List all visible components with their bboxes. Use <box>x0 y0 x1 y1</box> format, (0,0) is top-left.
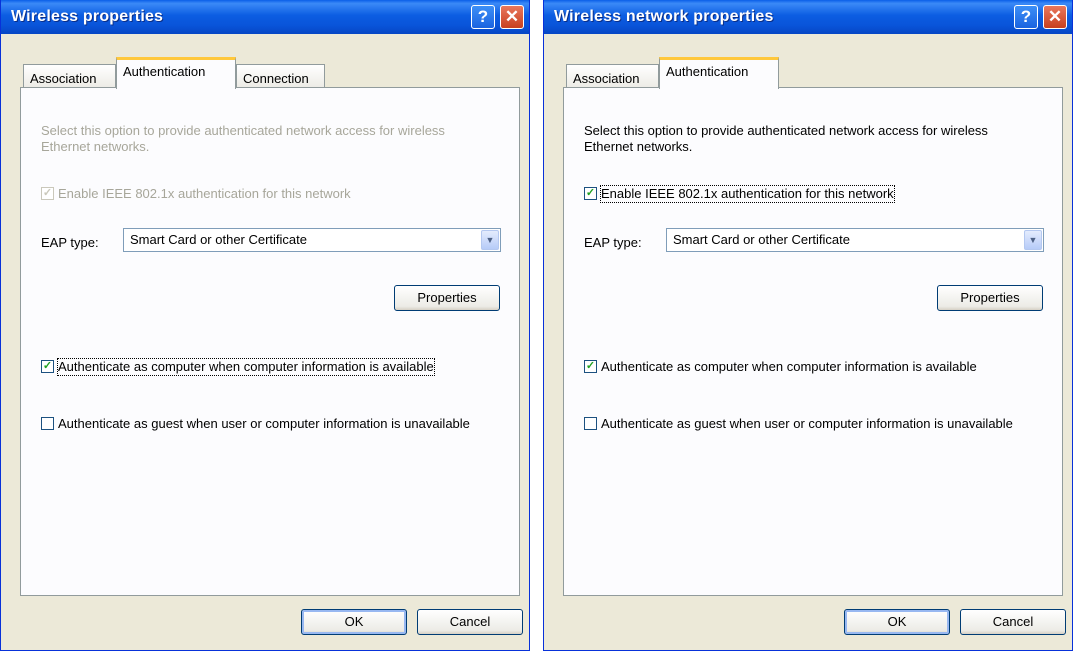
help-button[interactable]: ? <box>1014 5 1038 29</box>
checkmark-icon: ✓ <box>585 360 596 372</box>
close-button[interactable]: ✕ <box>500 5 524 29</box>
enable-8021x-row[interactable]: ✓ Enable IEEE 802.1x authentication for … <box>584 185 895 203</box>
properties-button[interactable]: Properties <box>394 285 500 311</box>
help-button[interactable]: ? <box>471 5 495 29</box>
enable-8021x-checkbox[interactable]: ✓ <box>41 187 54 200</box>
enable-8021x-label: Enable IEEE 802.1x authentication for th… <box>58 186 351 201</box>
auth-guest-row[interactable]: Authenticate as guest when user or compu… <box>41 416 481 432</box>
question-icon: ? <box>1020 7 1032 26</box>
wireless-properties-dialog: Wireless properties ? ✕ Association Auth… <box>0 0 530 651</box>
tab-authentication[interactable]: Authentication <box>659 57 779 89</box>
eap-type-select[interactable]: Smart Card or other Certificate ▼ <box>666 228 1044 252</box>
authentication-panel: Select this option to provide authentica… <box>563 87 1063 596</box>
ok-button[interactable]: OK <box>301 609 407 635</box>
auth-computer-checkbox[interactable]: ✓ <box>41 360 54 373</box>
authentication-panel: Select this option to provide authentica… <box>20 87 520 596</box>
enable-8021x-checkbox[interactable]: ✓ <box>584 187 597 200</box>
close-icon: ✕ <box>504 7 520 26</box>
eap-type-select[interactable]: Smart Card or other Certificate ▼ <box>123 228 501 252</box>
title-bar[interactable]: Wireless properties ? ✕ <box>1 0 529 34</box>
description-text: Select this option to provide authentica… <box>41 123 445 154</box>
enable-8021x-row[interactable]: ✓ Enable IEEE 802.1x authentication for … <box>41 186 351 202</box>
title-bar[interactable]: Wireless network properties ? ✕ <box>544 0 1072 34</box>
ok-button[interactable]: OK <box>844 609 950 635</box>
wireless-network-properties-dialog: Wireless network properties ? ✕ Associat… <box>543 0 1073 651</box>
checkmark-icon: ✓ <box>42 360 53 372</box>
enable-8021x-label: Enable IEEE 802.1x authentication for th… <box>600 185 895 203</box>
eap-type-value: Smart Card or other Certificate <box>673 232 851 247</box>
checkmark-icon: ✓ <box>42 187 53 199</box>
eap-type-label: EAP type: <box>584 235 642 250</box>
properties-button[interactable]: Properties <box>937 285 1043 311</box>
checkmark-icon: ✓ <box>585 187 596 199</box>
auth-computer-row[interactable]: ✓ Authenticate as computer when computer… <box>584 359 977 375</box>
tab-connection[interactable]: Connection <box>236 64 325 88</box>
cancel-button[interactable]: Cancel <box>417 609 523 635</box>
auth-computer-label: Authenticate as computer when computer i… <box>57 358 435 376</box>
auth-guest-checkbox[interactable] <box>584 417 597 430</box>
tab-authentication[interactable]: Authentication <box>116 57 236 89</box>
auth-guest-label: Authenticate as guest when user or compu… <box>601 416 1013 431</box>
eap-type-value: Smart Card or other Certificate <box>130 232 308 247</box>
close-button[interactable]: ✕ <box>1043 5 1067 29</box>
eap-type-label: EAP type: <box>41 235 99 250</box>
description-text: Select this option to provide authentica… <box>584 123 988 154</box>
question-icon: ? <box>477 7 489 26</box>
dialog-title: Wireless properties <box>11 8 164 25</box>
chevron-down-icon[interactable]: ▼ <box>481 230 499 250</box>
auth-guest-label: Authenticate as guest when user or compu… <box>58 416 470 431</box>
tab-association[interactable]: Association <box>23 64 116 88</box>
auth-guest-checkbox[interactable] <box>41 417 54 430</box>
auth-computer-checkbox[interactable]: ✓ <box>584 360 597 373</box>
dialog-title: Wireless network properties <box>554 8 774 25</box>
tab-association[interactable]: Association <box>566 64 659 88</box>
auth-computer-row[interactable]: ✓ Authenticate as computer when computer… <box>41 358 435 376</box>
auth-guest-row[interactable]: Authenticate as guest when user or compu… <box>584 416 1024 432</box>
cancel-button[interactable]: Cancel <box>960 609 1066 635</box>
chevron-down-icon[interactable]: ▼ <box>1024 230 1042 250</box>
close-icon: ✕ <box>1047 7 1063 26</box>
auth-computer-label: Authenticate as computer when computer i… <box>601 359 977 374</box>
